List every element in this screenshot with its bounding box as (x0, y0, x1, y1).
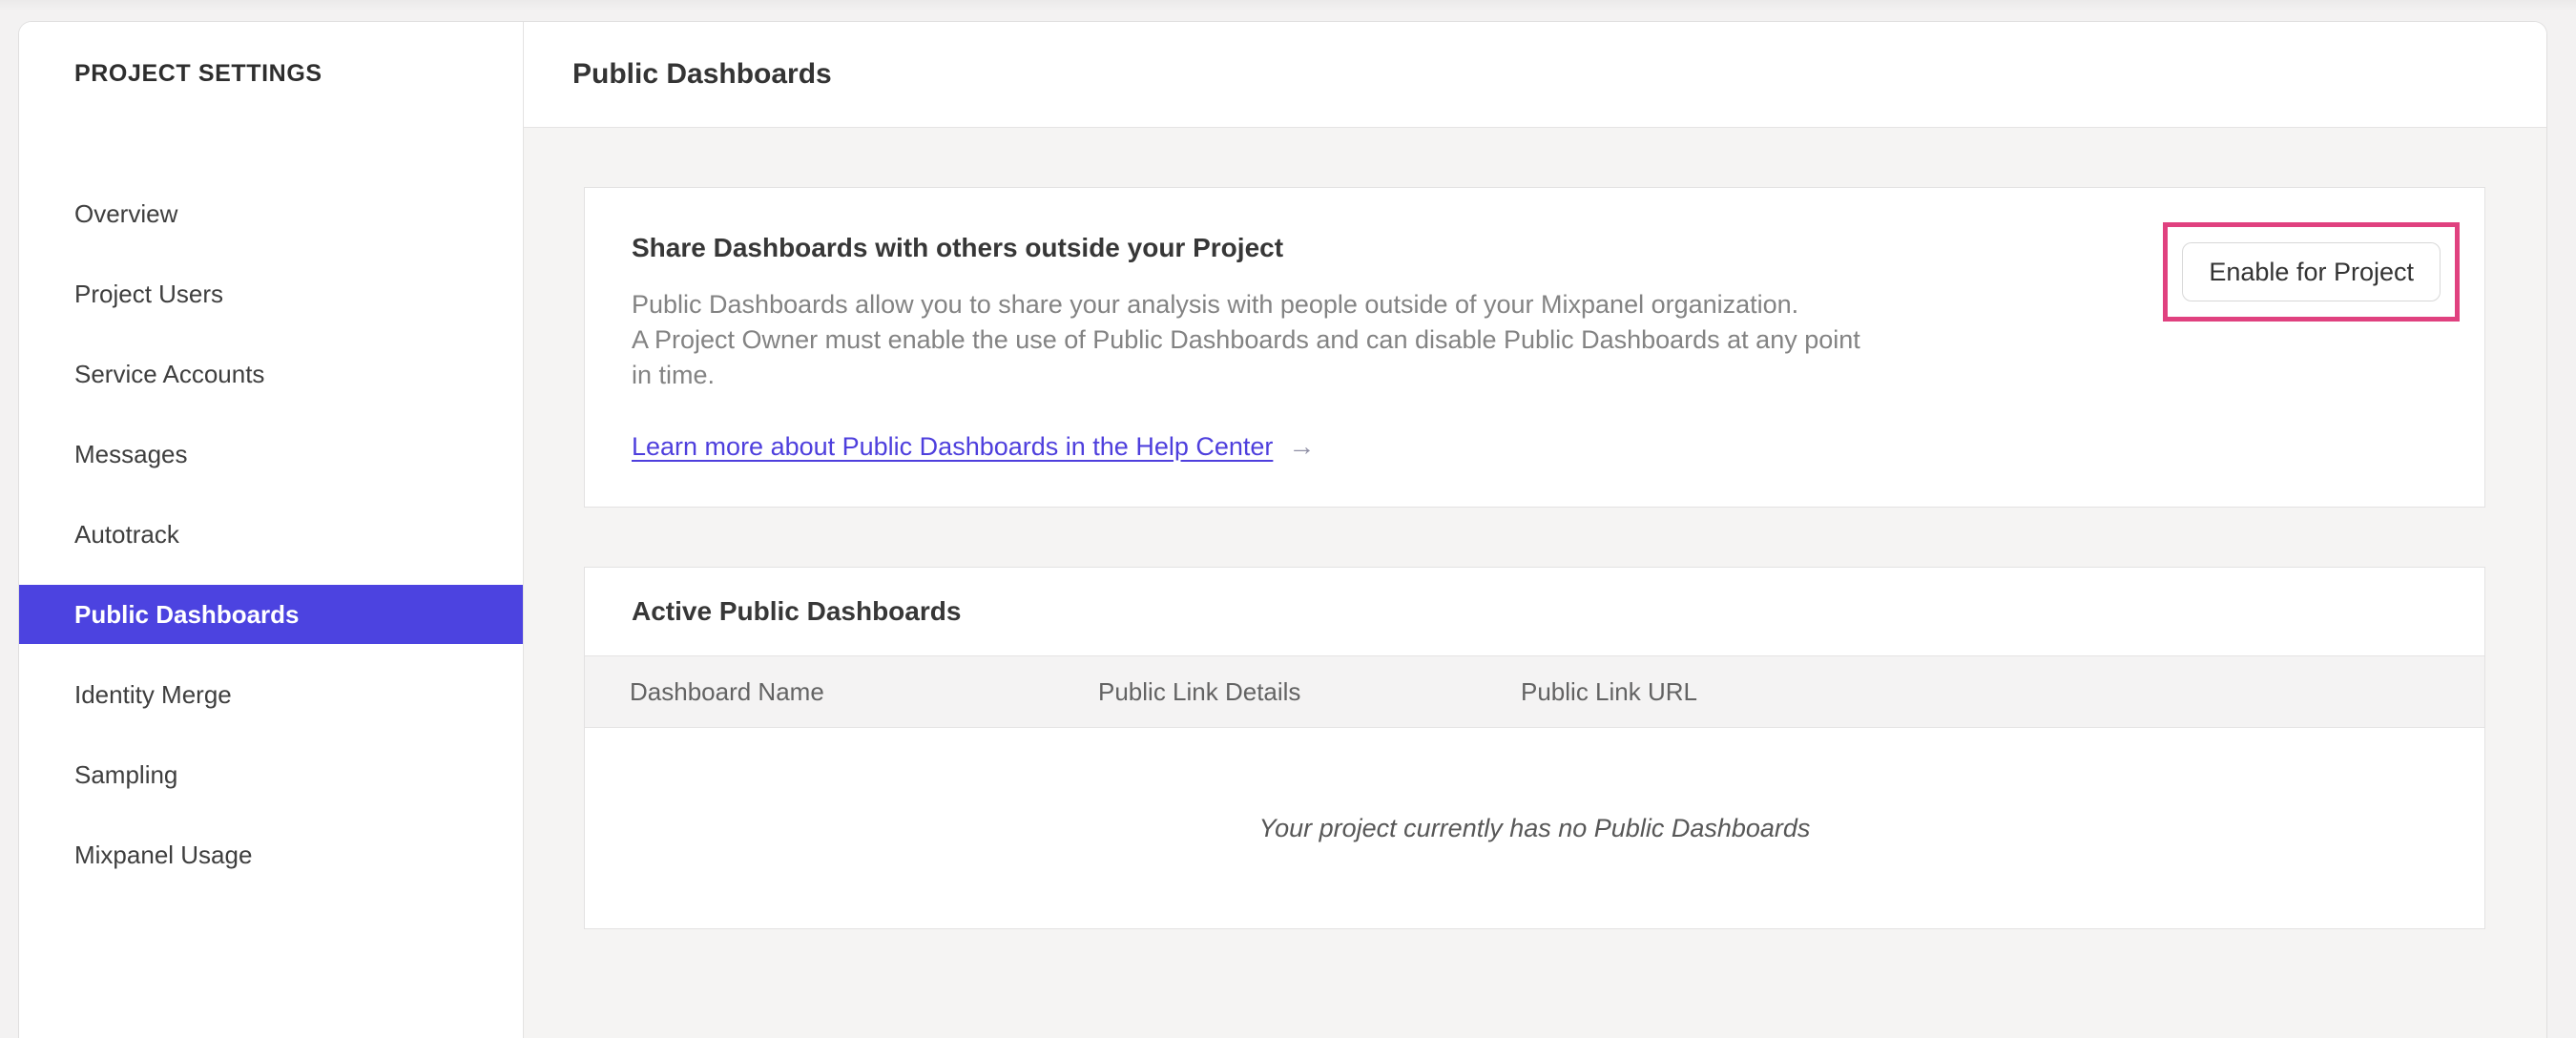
sidebar-item-project-users[interactable]: Project Users (19, 264, 523, 323)
active-card-title: Active Public Dashboards (632, 596, 962, 626)
help-center-link-row: Learn more about Public Dashboards in th… (632, 431, 2484, 462)
column-header-public-link-details: Public Link Details (1098, 676, 1301, 706)
sidebar-item-messages[interactable]: Messages (19, 425, 523, 484)
column-header-dashboard-name: Dashboard Name (630, 676, 824, 706)
main-body: Share Dashboards with others outside you… (524, 128, 2546, 1038)
enable-button-highlight-box: Enable for Project (2163, 222, 2460, 322)
sidebar-item-overview[interactable]: Overview (19, 184, 523, 243)
page-title: Public Dashboards (572, 58, 832, 90)
sidebar-item-mixpanel-usage[interactable]: Mixpanel Usage (19, 825, 523, 884)
sidebar-nav: Overview Project Users Service Accounts … (19, 184, 523, 905)
project-settings-sidebar: PROJECT SETTINGS Overview Project Users … (19, 22, 524, 1038)
arrow-right-icon: → (1288, 431, 1316, 461)
active-card-title-row: Active Public Dashboards (585, 568, 2484, 655)
sidebar-item-autotrack[interactable]: Autotrack (19, 505, 523, 564)
sidebar-item-public-dashboards[interactable]: Public Dashboards (19, 585, 523, 644)
dashboards-empty-state: Your project currently has no Public Das… (585, 728, 2484, 928)
sidebar-title: PROJECT SETTINGS (74, 60, 322, 87)
share-card-body-line-3: in time. (632, 361, 716, 389)
dashboards-table-header: Dashboard Name Public Link Details Publi… (585, 655, 2484, 728)
settings-window: PROJECT SETTINGS Overview Project Users … (18, 21, 2547, 1038)
column-header-public-link-url: Public Link URL (1521, 676, 1697, 706)
page-header: Public Dashboards (524, 22, 2546, 128)
share-dashboards-card: Share Dashboards with others outside you… (584, 187, 2485, 508)
sidebar-item-sampling[interactable]: Sampling (19, 745, 523, 804)
share-card-body-line-2: A Project Owner must enable the use of P… (632, 325, 1860, 354)
sidebar-item-identity-merge[interactable]: Identity Merge (19, 665, 523, 724)
empty-state-message: Your project currently has no Public Das… (1258, 813, 1811, 842)
main-content: Public Dashboards Share Dashboards with … (524, 22, 2546, 1038)
help-center-link[interactable]: Learn more about Public Dashboards in th… (632, 432, 1273, 462)
enable-for-project-button[interactable]: Enable for Project (2182, 242, 2441, 301)
sidebar-item-service-accounts[interactable]: Service Accounts (19, 344, 523, 404)
active-public-dashboards-card: Active Public Dashboards Dashboard Name … (584, 567, 2485, 929)
